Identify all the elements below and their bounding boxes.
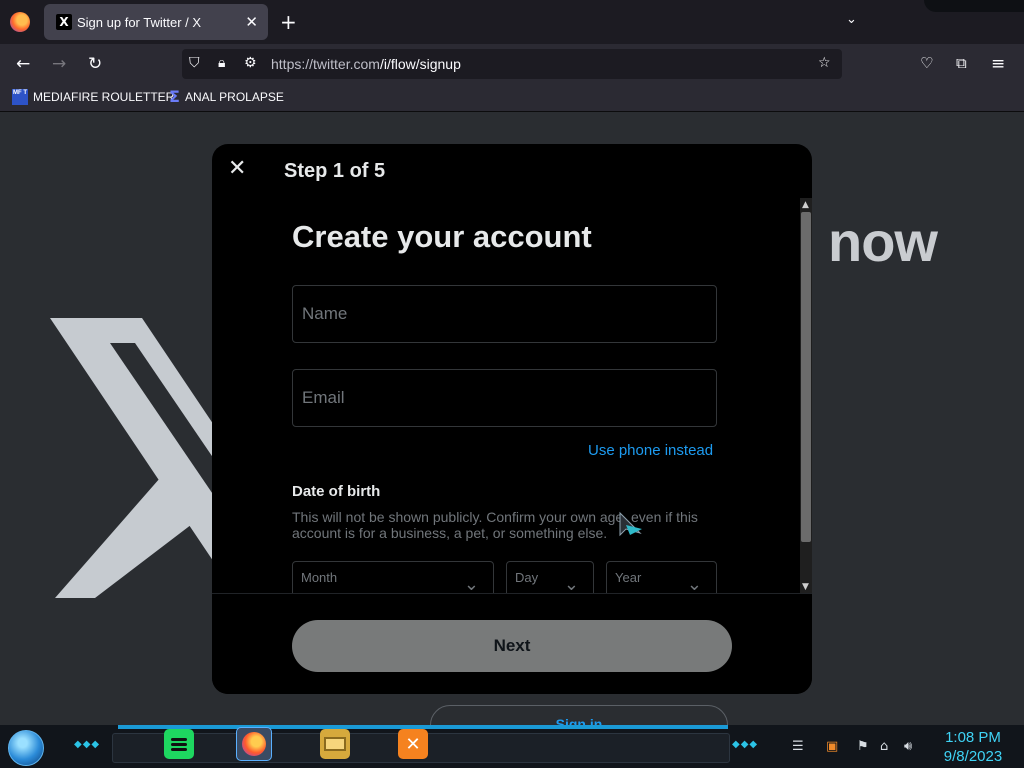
hamburger-menu-icon[interactable]: ≡ <box>991 54 1005 74</box>
x-logo-icon: X <box>56 14 72 30</box>
bookmark-label: MEDIAFIRE ROULETTER <box>33 90 175 104</box>
url-domain: https://twitter.com <box>271 56 380 72</box>
browser-tab-bar: X Sign up for Twitter / X ✕ + ⌄ <box>0 0 1024 44</box>
dob-description: This will not be shown publicly. Confirm… <box>292 509 698 541</box>
spotify-icon[interactable] <box>164 729 194 759</box>
taskbar-decoration: ◆◆◆ <box>74 739 101 750</box>
next-button[interactable]: Next <box>292 620 732 672</box>
reload-icon[interactable]: ↻ <box>88 54 102 74</box>
mouse-cursor-icon <box>619 511 642 537</box>
extensions-icon[interactable]: ⧉ <box>956 54 967 72</box>
pocket-icon[interactable]: ♡ <box>920 54 933 72</box>
email-field[interactable] <box>292 369 717 427</box>
back-arrow-icon[interactable]: ← <box>16 54 30 74</box>
year-label: Year <box>615 570 642 585</box>
name-field[interactable] <box>292 285 717 343</box>
show-hidden-icons-icon[interactable]: ☰ <box>792 739 804 754</box>
scroll-down-icon[interactable]: ▼ <box>802 582 809 592</box>
clock-time: 1:08 PM <box>945 729 1001 746</box>
start-button-icon[interactable] <box>8 730 44 766</box>
tab-twitter-signup[interactable]: X Sign up for Twitter / X ✕ <box>44 4 268 40</box>
clock[interactable]: 1:08 PM 9/8/2023 <box>940 728 1006 766</box>
step-indicator: Step 1 of 5 <box>284 160 386 182</box>
bookmark-label: ANAL PROLAPSE <box>184 90 284 104</box>
volume-icon[interactable]: 🔊︎ <box>904 739 912 754</box>
bookmark-star-icon[interactable]: ☆ <box>818 55 831 71</box>
chevron-down-icon: ⌄ <box>463 574 479 595</box>
tab-close-icon[interactable]: ✕ <box>245 13 258 31</box>
list-all-tabs-icon[interactable]: ⌄ <box>846 12 857 27</box>
sign-in-label: Sign in <box>555 716 603 725</box>
close-icon[interactable]: ✕ <box>228 156 246 181</box>
tab-title: Sign up for Twitter / X <box>77 15 202 30</box>
forward-arrow-icon[interactable]: → <box>52 54 66 74</box>
taskbar: ◆◆◆ ✕ ◆◆◆ ☰ ▣ ⚑ ⌂ 🔊︎ 1:08 PM 9/8/2023 <box>0 725 1024 768</box>
permissions-icon[interactable]: ⚙ <box>244 55 257 71</box>
url-path: /i/flow/signup <box>379 56 461 72</box>
bookmark-mediafire[interactable]: MF T MEDIAFIRE ROULETTER <box>12 89 174 105</box>
chevron-down-icon: ⌄ <box>686 574 702 595</box>
url-bar[interactable]: ⛉ 🔒︎ ⚙ https://twitter.com/i/flow/signup… <box>182 49 842 79</box>
firefox-menu-icon[interactable] <box>10 12 30 32</box>
mediafire-icon: MF T <box>12 89 28 105</box>
network-icon[interactable]: ⌂ <box>880 739 888 754</box>
email-input[interactable] <box>293 370 716 426</box>
signup-modal: ✕ Step 1 of 5 Create your account Use ph… <box>212 144 812 694</box>
flag-icon[interactable]: ⚑ <box>857 739 869 754</box>
bookmark-anal-prolapse[interactable]: Σ ANAL PROLAPSE <box>169 89 284 105</box>
name-input[interactable] <box>293 286 716 342</box>
scroll-up-icon[interactable]: ▲ <box>802 200 809 210</box>
navigation-toolbar: ← → ↻ ⛉ 🔒︎ ⚙ https://twitter.com/i/flow/… <box>0 44 1024 84</box>
scrollbar-thumb[interactable] <box>801 212 811 542</box>
bookmarks-toolbar: MF T MEDIAFIRE ROULETTER Σ ANAL PROLAPSE <box>0 84 1024 112</box>
use-phone-link[interactable]: Use phone instead <box>588 442 713 459</box>
window-frame-decoration <box>924 0 1024 12</box>
modal-title: Create your account <box>292 219 592 254</box>
lock-icon[interactable]: 🔒︎ <box>218 55 225 71</box>
xampp-tray-icon[interactable]: ▣ <box>826 739 838 754</box>
background-heading: now <box>828 210 938 273</box>
chevron-down-icon: ⌄ <box>563 574 579 595</box>
page-content: now Sign in ✕ Step 1 of 5 Create your ac… <box>0 113 1024 725</box>
url-text[interactable]: https://twitter.com/i/flow/signup <box>271 56 461 72</box>
xampp-icon[interactable]: ✕ <box>398 729 428 759</box>
new-tab-button[interactable]: + <box>280 10 297 34</box>
shield-icon[interactable]: ⛉ <box>189 55 200 71</box>
dob-heading: Date of birth <box>292 483 381 500</box>
clock-date: 9/8/2023 <box>943 748 1003 765</box>
modal-footer: Next <box>212 593 812 694</box>
month-label: Month <box>301 570 338 585</box>
sigma-icon: Σ <box>169 87 180 106</box>
modal-scrollbar[interactable]: ▲ ▼ <box>800 198 812 593</box>
file-explorer-icon[interactable] <box>320 729 350 759</box>
taskbar-decoration: ◆◆◆ <box>732 739 759 750</box>
sign-in-button[interactable]: Sign in <box>430 705 728 725</box>
day-label: Day <box>515 570 539 585</box>
firefox-icon[interactable] <box>236 727 272 761</box>
